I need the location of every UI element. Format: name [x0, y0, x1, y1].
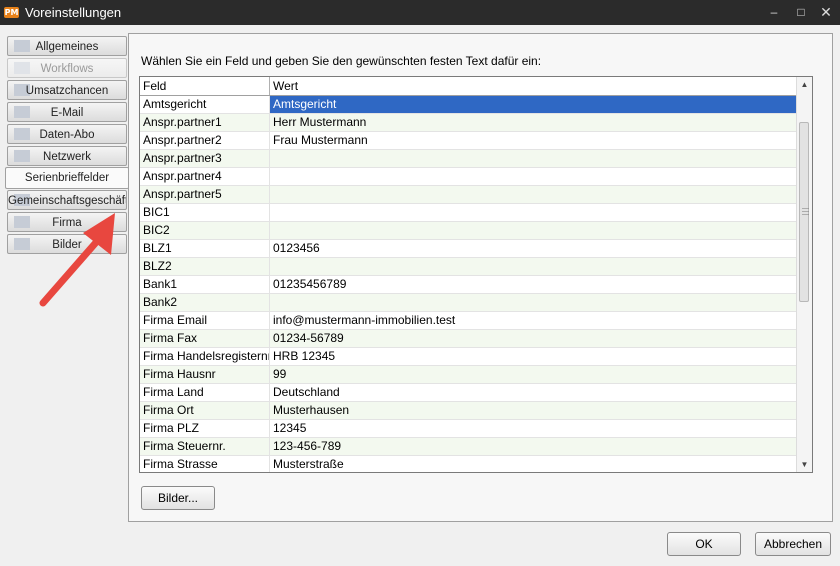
- cell-wert[interactable]: Amtsgericht: [270, 96, 797, 113]
- close-icon[interactable]: ✕: [816, 4, 836, 20]
- cell-feld[interactable]: Firma Fax: [140, 330, 270, 347]
- table-row[interactable]: Anspr.partner3: [140, 150, 797, 168]
- cell-feld[interactable]: Firma Strasse: [140, 456, 270, 472]
- table-row[interactable]: Firma Handelsregisternr. HRB 12345: [140, 348, 797, 366]
- sidebar-item-email[interactable]: E-Mail: [7, 102, 127, 122]
- table-row[interactable]: Firma Steuernr. 123-456-789: [140, 438, 797, 456]
- cell-wert[interactable]: [270, 222, 797, 239]
- cell-wert[interactable]: info@mustermann-immobilien.test: [270, 312, 797, 329]
- cell-feld[interactable]: Bank2: [140, 294, 270, 311]
- cell-wert[interactable]: [270, 258, 797, 275]
- table-row[interactable]: Anspr.partner1 Herr Mustermann: [140, 114, 797, 132]
- grip-icon: — — —: [802, 205, 809, 218]
- annotation-arrow-icon: [39, 213, 115, 307]
- column-header-wert[interactable]: Wert: [270, 77, 797, 95]
- cell-feld[interactable]: Anspr.partner3: [140, 150, 270, 167]
- cell-feld[interactable]: Anspr.partner5: [140, 186, 270, 203]
- table-row[interactable]: Firma Land Deutschland: [140, 384, 797, 402]
- cell-wert[interactable]: [270, 186, 797, 203]
- cell-wert[interactable]: 0123456: [270, 240, 797, 257]
- cell-wert[interactable]: [270, 150, 797, 167]
- table-row[interactable]: Anspr.partner5: [140, 186, 797, 204]
- app-logo-icon: PM: [4, 7, 19, 18]
- table-row[interactable]: Anspr.partner4: [140, 168, 797, 186]
- grid-header: Feld Wert: [140, 77, 797, 96]
- field-grid[interactable]: Feld Wert Amtsgericht Amtsgericht Anspr.pa…: [139, 76, 813, 473]
- cell-wert[interactable]: Musterstraße: [270, 456, 797, 472]
- table-row[interactable]: Bank2: [140, 294, 797, 312]
- ok-button[interactable]: OK: [667, 532, 741, 556]
- window-title: Voreinstellungen: [25, 5, 122, 20]
- sidebar-item-serienbrieffelder[interactable]: Serienbrieffelder: [5, 167, 129, 189]
- table-row[interactable]: Firma Strasse Musterstraße: [140, 456, 797, 472]
- cell-wert[interactable]: Deutschland: [270, 384, 797, 401]
- cell-wert[interactable]: 01235456789: [270, 276, 797, 293]
- cell-feld[interactable]: Firma Email: [140, 312, 270, 329]
- cell-wert[interactable]: [270, 294, 797, 311]
- instruction-text: Wählen Sie ein Feld und geben Sie den ge…: [141, 54, 542, 68]
- table-row[interactable]: Firma Hausnr 99: [140, 366, 797, 384]
- table-row[interactable]: Firma Fax 01234-56789: [140, 330, 797, 348]
- sidebar-item-umsatzchancen[interactable]: Umsatzchancen: [7, 80, 127, 100]
- scroll-down-icon[interactable]: ▼: [797, 457, 812, 472]
- cell-feld[interactable]: BIC1: [140, 204, 270, 221]
- sidebar-item-workflows: Workflows: [7, 58, 127, 78]
- cell-feld[interactable]: Amtsgericht: [140, 96, 270, 113]
- cell-wert[interactable]: HRB 12345: [270, 348, 797, 365]
- minimize-icon[interactable]: –: [764, 4, 784, 20]
- table-row[interactable]: Amtsgericht Amtsgericht: [140, 96, 797, 114]
- vertical-scrollbar[interactable]: ▲ — — — ▼: [796, 77, 812, 472]
- scrollbar-thumb[interactable]: — — —: [799, 122, 809, 302]
- cell-wert[interactable]: [270, 204, 797, 221]
- cell-feld[interactable]: BLZ1: [140, 240, 270, 257]
- cell-feld[interactable]: BIC2: [140, 222, 270, 239]
- cell-wert[interactable]: 99: [270, 366, 797, 383]
- column-header-feld[interactable]: Feld: [140, 77, 270, 95]
- cell-wert[interactable]: Frau Mustermann: [270, 132, 797, 149]
- cell-wert[interactable]: Musterhausen: [270, 402, 797, 419]
- cell-feld[interactable]: Firma PLZ: [140, 420, 270, 437]
- title-bar: PM Voreinstellungen – □ ✕: [0, 0, 840, 25]
- cell-feld[interactable]: Anspr.partner1: [140, 114, 270, 131]
- dialog-body: Allgemeines Workflows Umsatzchancen E-Ma…: [0, 25, 840, 566]
- cell-feld[interactable]: Anspr.partner4: [140, 168, 270, 185]
- table-row[interactable]: Firma PLZ 12345: [140, 420, 797, 438]
- bilder-button[interactable]: Bilder...: [141, 486, 215, 510]
- sidebar-item-daten-abo[interactable]: Daten-Abo: [7, 124, 127, 144]
- table-row[interactable]: Firma Ort Musterhausen: [140, 402, 797, 420]
- cell-feld[interactable]: Firma Handelsregisternr.: [140, 348, 270, 365]
- grid-rows: Amtsgericht Amtsgericht Anspr.partner1 Herr…: [140, 96, 797, 472]
- cell-feld[interactable]: Firma Ort: [140, 402, 270, 419]
- cell-wert[interactable]: 123-456-789: [270, 438, 797, 455]
- sidebar-item-netzwerk[interactable]: Netzwerk: [7, 146, 127, 166]
- table-row[interactable]: BIC1: [140, 204, 797, 222]
- cell-wert[interactable]: 12345: [270, 420, 797, 437]
- sidebar-item-allgemeines[interactable]: Allgemeines: [7, 36, 127, 56]
- cancel-button[interactable]: Abbrechen: [755, 532, 831, 556]
- cell-feld[interactable]: Anspr.partner2: [140, 132, 270, 149]
- maximize-icon[interactable]: □: [791, 4, 811, 20]
- serienbrieffelder-panel: Wählen Sie ein Feld und geben Sie den ge…: [128, 33, 833, 522]
- cell-wert[interactable]: 01234-56789: [270, 330, 797, 347]
- table-row[interactable]: BLZ2: [140, 258, 797, 276]
- table-row[interactable]: BLZ1 0123456: [140, 240, 797, 258]
- cell-wert[interactable]: Herr Mustermann: [270, 114, 797, 131]
- cell-wert[interactable]: [270, 168, 797, 185]
- table-row[interactable]: Bank1 01235456789: [140, 276, 797, 294]
- cell-feld[interactable]: Firma Steuernr.: [140, 438, 270, 455]
- table-row[interactable]: Firma Email info@mustermann-immobilien.te…: [140, 312, 797, 330]
- cell-feld[interactable]: Bank1: [140, 276, 270, 293]
- scroll-up-icon[interactable]: ▲: [797, 77, 812, 92]
- table-row[interactable]: Anspr.partner2 Frau Mustermann: [140, 132, 797, 150]
- cell-feld[interactable]: BLZ2: [140, 258, 270, 275]
- cell-feld[interactable]: Firma Land: [140, 384, 270, 401]
- table-row[interactable]: BIC2: [140, 222, 797, 240]
- cell-feld[interactable]: Firma Hausnr: [140, 366, 270, 383]
